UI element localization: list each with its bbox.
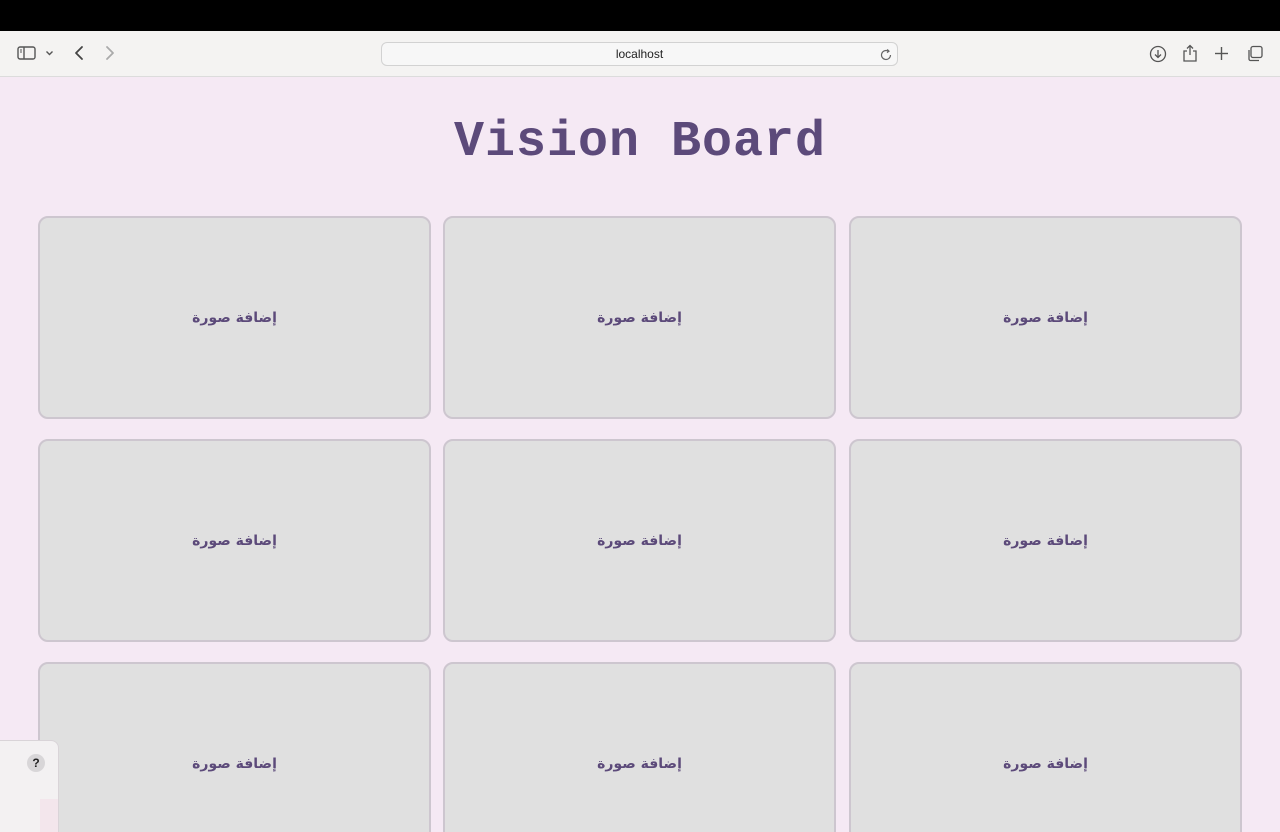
image-tile[interactable]: إضافة صورة [443, 439, 836, 642]
image-tile[interactable]: إضافة صورة [443, 216, 836, 419]
image-tile[interactable]: إضافة صورة [38, 216, 431, 419]
add-image-label: إضافة صورة [1003, 532, 1088, 549]
add-image-label: إضافة صورة [597, 532, 682, 549]
screen-top-bar [0, 0, 1280, 31]
page-title: Vision Board [453, 114, 827, 171]
image-tile[interactable]: إضافة صورة [443, 662, 836, 832]
image-tile[interactable]: إضافة صورة [849, 216, 1242, 419]
share-icon[interactable] [1182, 44, 1198, 63]
tab-overview-icon[interactable] [1246, 45, 1264, 63]
add-image-label: إضافة صورة [1003, 755, 1088, 772]
image-tile[interactable]: إضافة صورة [849, 662, 1242, 832]
image-tile[interactable]: إضافة صورة [38, 662, 431, 832]
add-image-label: إضافة صورة [597, 309, 682, 326]
add-image-label: إضافة صورة [1003, 309, 1088, 326]
add-image-label: إضافة صورة [192, 532, 277, 549]
add-image-label: إضافة صورة [597, 755, 682, 772]
new-tab-icon[interactable] [1214, 46, 1229, 61]
help-widget: ? [0, 740, 59, 832]
url-text: localhost [615, 47, 664, 61]
back-icon[interactable] [73, 45, 85, 61]
downloads-icon[interactable] [1149, 45, 1167, 63]
add-image-label: إضافة صورة [192, 755, 277, 772]
help-button[interactable]: ? [27, 754, 45, 772]
chevron-down-icon[interactable] [45, 49, 54, 57]
sidebar-toggle-icon[interactable] [17, 45, 36, 61]
forward-icon[interactable] [104, 45, 116, 61]
image-tile[interactable]: إضافة صورة [849, 439, 1242, 642]
add-image-label: إضافة صورة [192, 309, 277, 326]
help-widget-accent [40, 799, 58, 832]
reload-icon[interactable] [879, 47, 893, 69]
image-tile[interactable]: إضافة صورة [38, 439, 431, 642]
browser-toolbar: localhost [0, 31, 1280, 77]
address-bar[interactable]: localhost [381, 42, 898, 66]
page-content: Vision Board إضافة صورة إضافة صورة إضافة… [0, 77, 1280, 832]
